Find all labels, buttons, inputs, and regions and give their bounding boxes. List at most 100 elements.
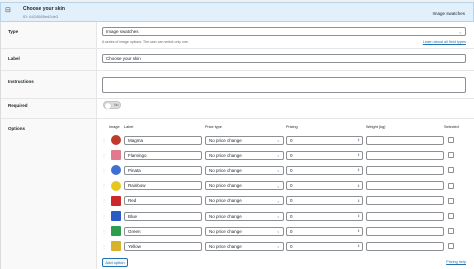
option-label-input[interactable]: Yellow (124, 241, 202, 251)
pricing-input[interactable]: 0 ⇕ (286, 241, 363, 251)
weight-input[interactable] (366, 211, 444, 221)
type-select-value: Image swatches (106, 29, 139, 34)
spinner-icon[interactable]: ⇕ (357, 184, 360, 188)
price-type-value: No price change (209, 213, 242, 219)
swatch-image[interactable] (111, 241, 121, 252)
weight-input[interactable] (366, 150, 444, 160)
weight-input[interactable] (366, 165, 444, 175)
selected-checkbox[interactable] (448, 243, 454, 250)
option-label-input[interactable]: Magma (124, 135, 202, 145)
pricing-input[interactable]: 0 ⇕ (286, 135, 363, 145)
option-label-input[interactable]: Flamingo (124, 150, 202, 160)
toggle-knob (105, 102, 111, 109)
option-label-value: Red (128, 198, 137, 204)
col-price-type: Price type (205, 125, 222, 129)
field-header[interactable]: ⊟ Choose your skin ID: 6424585ed2de3 Ima… (0, 2, 474, 22)
label-label: Label (8, 56, 20, 61)
required-toggle[interactable]: No (103, 101, 121, 109)
price-type-select[interactable]: No price change ⌄ (205, 150, 284, 160)
pricing-help-link[interactable]: Pricing help (446, 260, 466, 264)
price-type-value: No price change (209, 167, 242, 173)
option-label-input[interactable]: Green (124, 226, 202, 236)
option-label-value: Green (128, 228, 141, 234)
weight-input[interactable] (366, 196, 444, 206)
field-type-text: Image swatches (432, 11, 465, 16)
price-type-select[interactable]: No price change ⌄ (205, 181, 284, 191)
weight-input[interactable] (366, 181, 444, 191)
field-settings-panel: Type Image swatches ⌄ A series of image … (0, 22, 474, 269)
pricing-value: 0 (290, 183, 293, 189)
spinner-icon[interactable]: ⇕ (357, 214, 360, 218)
selected-checkbox[interactable] (448, 182, 454, 189)
swatch-image[interactable] (111, 226, 121, 237)
drag-handle-icon[interactable]: ⋮ (102, 168, 106, 173)
col-weight: Weight (kg) (366, 125, 386, 129)
option-label-value: Rainbow (128, 183, 146, 189)
drag-handle-icon[interactable]: ⋮ (102, 183, 106, 188)
chevron-down-icon: ⌄ (276, 198, 280, 204)
drag-handle-icon[interactable]: ⋮ (102, 138, 106, 143)
swatch-image[interactable] (111, 195, 121, 206)
selected-checkbox[interactable] (448, 137, 454, 143)
option-label-input[interactable]: Blue (124, 211, 202, 221)
swatch-image[interactable] (111, 165, 121, 176)
field-types-link[interactable]: Learn about all field types (423, 40, 466, 44)
pricing-input[interactable]: 0 ⇕ (286, 226, 363, 236)
price-type-value: No price change (209, 137, 242, 143)
instructions-textarea[interactable] (102, 77, 466, 93)
collapse-icon[interactable]: ⊟ (5, 7, 13, 15)
price-type-select[interactable]: No price change ⌄ (205, 226, 284, 236)
selected-checkbox[interactable] (448, 152, 454, 159)
spinner-icon[interactable]: ⇕ (357, 138, 360, 142)
pricing-input[interactable]: 0 ⇕ (286, 181, 363, 191)
price-type-select[interactable]: No price change ⌄ (205, 135, 284, 145)
price-type-select[interactable]: No price change ⌄ (205, 211, 284, 221)
price-type-select[interactable]: No price change ⌄ (205, 165, 284, 175)
col-selected: Selected (444, 125, 459, 129)
spinner-icon[interactable]: ⇕ (357, 168, 360, 172)
pricing-value: 0 (290, 137, 293, 143)
divider (1, 98, 474, 99)
drag-handle-icon[interactable]: ⋮ (102, 214, 106, 219)
price-type-select[interactable]: No price change ⌄ (205, 241, 284, 251)
selected-checkbox[interactable] (448, 213, 454, 219)
pricing-input[interactable]: 0 ⇕ (286, 165, 363, 175)
swatch-image[interactable] (111, 135, 121, 145)
price-type-value: No price change (209, 243, 242, 249)
chevron-down-icon: ⌄ (276, 137, 280, 143)
label-input[interactable]: Choose your skin (102, 54, 466, 63)
spinner-icon[interactable]: ⇕ (357, 199, 360, 203)
spinner-icon[interactable]: ⇕ (357, 153, 360, 157)
pricing-input[interactable]: 0 ⇕ (286, 196, 363, 206)
swatch-image[interactable] (111, 180, 121, 191)
pricing-input[interactable]: 0 ⇕ (286, 150, 363, 160)
selected-checkbox[interactable] (448, 228, 454, 235)
drag-handle-icon[interactable]: ⋮ (102, 229, 106, 234)
field-title: Choose your skin (23, 6, 65, 12)
price-type-select[interactable]: No price change ⌄ (205, 196, 284, 206)
chevron-down-icon: ⌄ (276, 228, 280, 234)
weight-input[interactable] (366, 241, 444, 251)
drag-handle-icon[interactable]: ⋮ (102, 198, 106, 203)
weight-input[interactable] (366, 226, 444, 236)
option-label-input[interactable]: Rainbow (124, 181, 202, 191)
selected-checkbox[interactable] (448, 167, 454, 174)
option-label-input[interactable]: Red (124, 196, 202, 206)
price-type-value: No price change (209, 152, 242, 158)
selected-checkbox[interactable] (448, 197, 454, 204)
swatch-image[interactable] (111, 211, 121, 221)
spinner-icon[interactable]: ⇕ (357, 229, 360, 233)
option-label-input[interactable]: Pinata (124, 165, 202, 175)
divider (1, 48, 474, 49)
spinner-icon[interactable]: ⇕ (357, 244, 360, 248)
drag-handle-icon[interactable]: ⋮ (102, 153, 106, 158)
pricing-input[interactable]: 0 ⇕ (286, 211, 363, 221)
add-option-button[interactable]: Add option (102, 258, 128, 267)
weight-input[interactable] (366, 135, 444, 145)
swatch-image[interactable] (111, 150, 121, 161)
price-type-value: No price change (209, 183, 242, 189)
chevron-down-icon: ⌄ (458, 29, 462, 34)
col-label: Label (124, 125, 134, 129)
drag-handle-icon[interactable]: ⋮ (102, 244, 106, 249)
type-select[interactable]: Image swatches ⌄ (102, 27, 466, 36)
